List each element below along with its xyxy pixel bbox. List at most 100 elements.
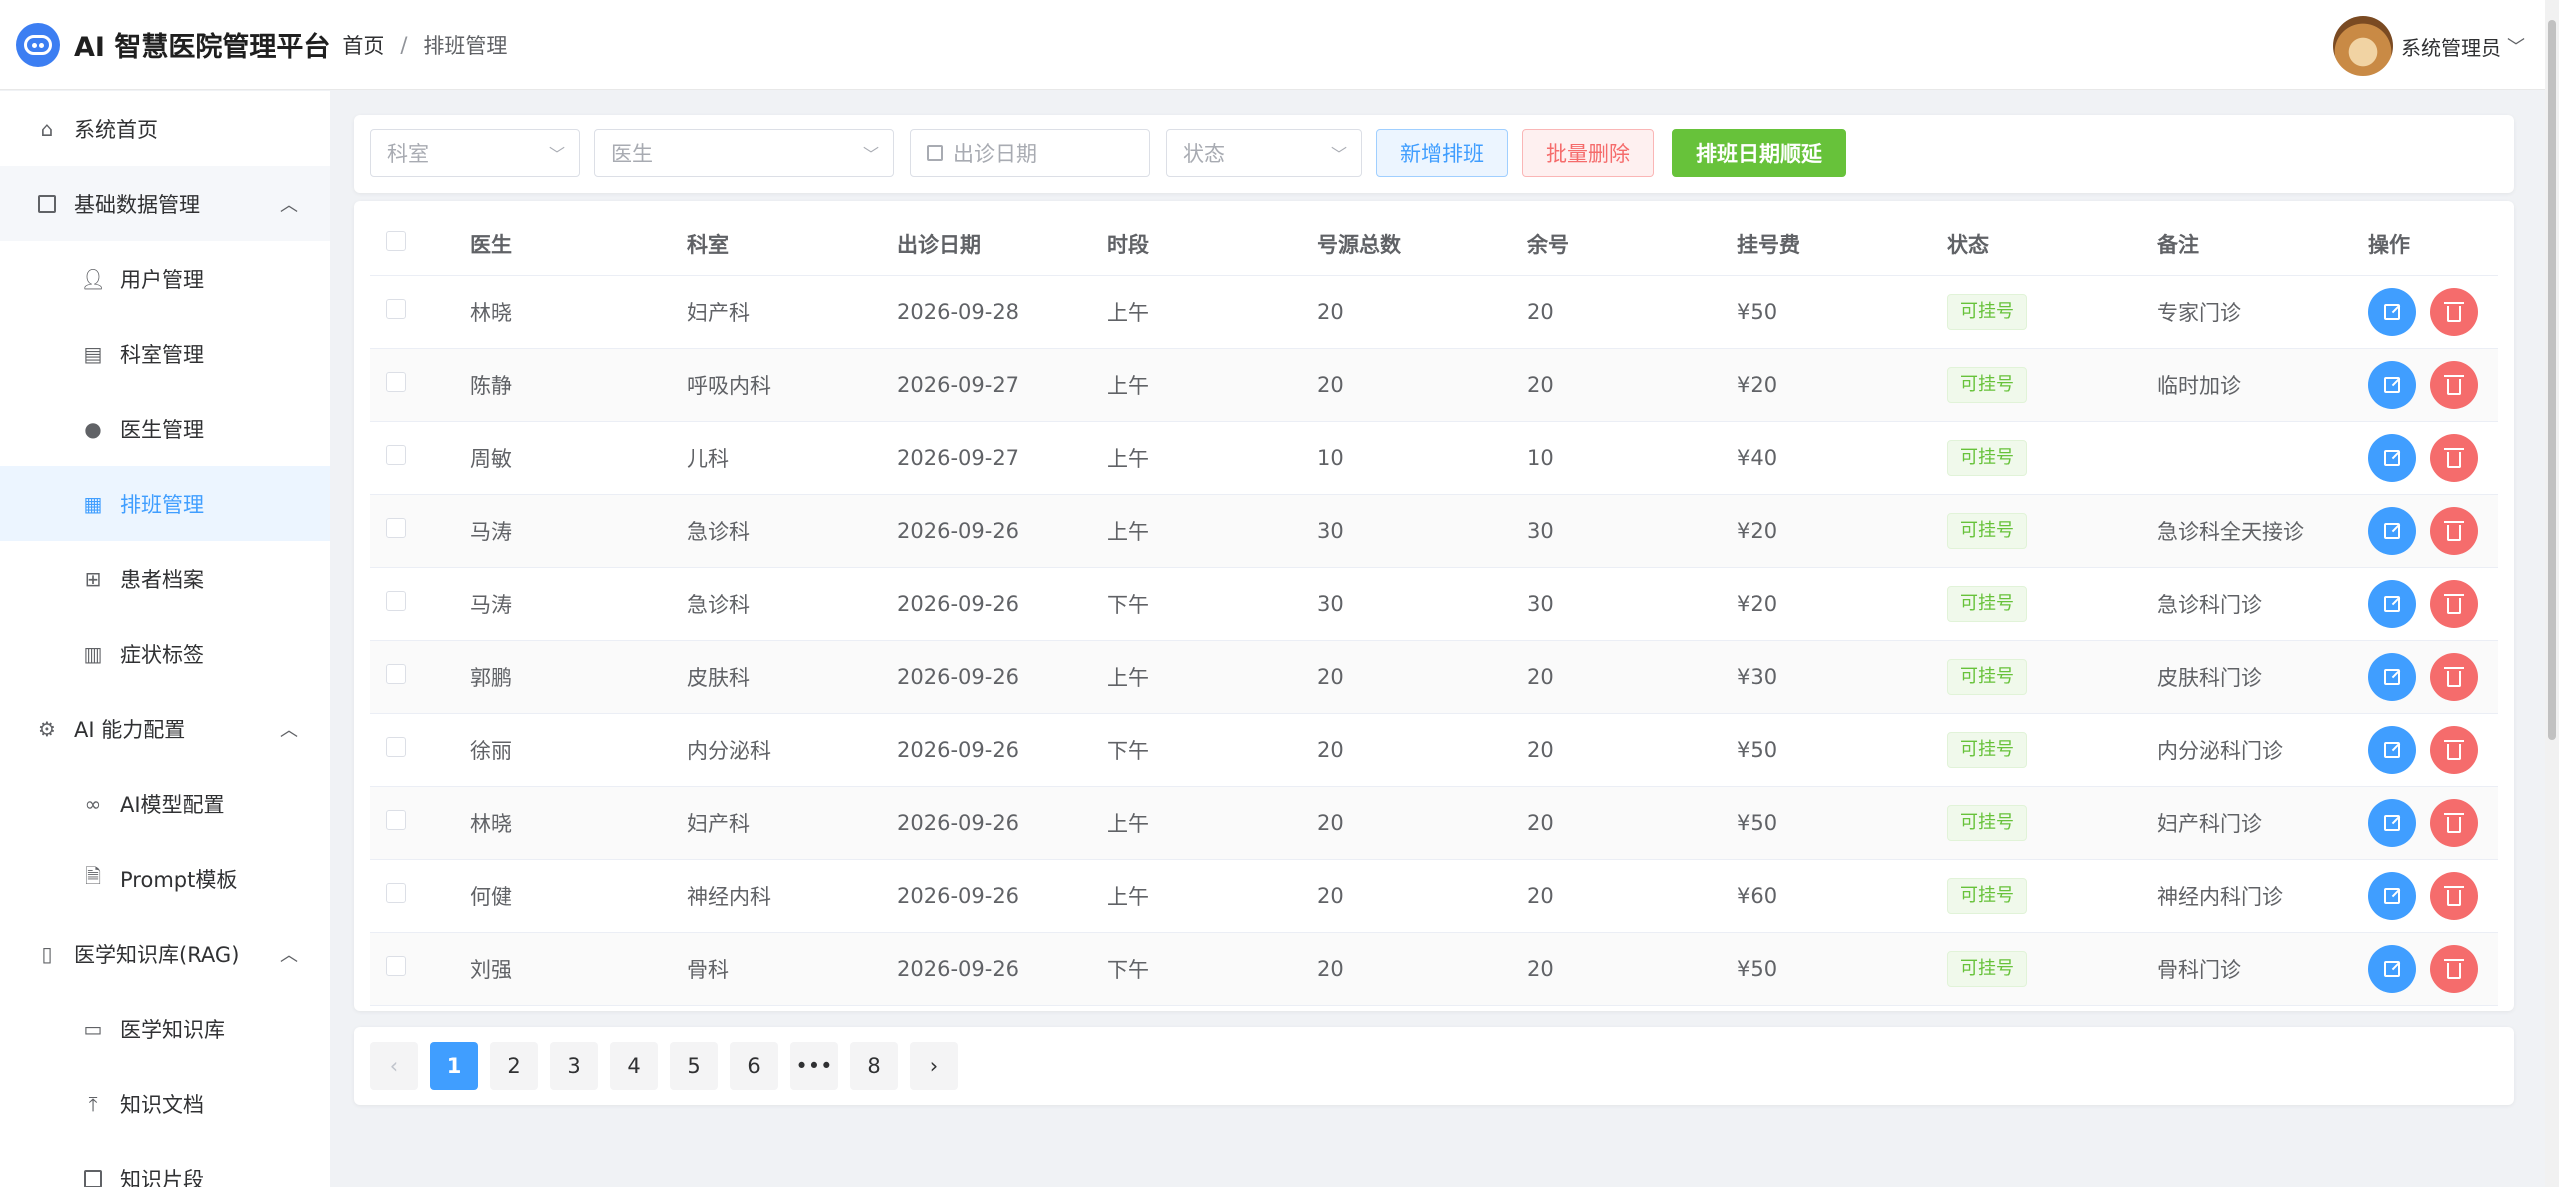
next-page-button[interactable]: › [910,1042,958,1090]
edit-button[interactable] [2368,944,2416,993]
add-schedule-button[interactable]: 新增排班 [1376,129,1508,177]
sidebar-item-knowledge-docs[interactable]: ⤒ 知识文档 [0,1066,330,1141]
sidebar-item-knowledge-chunks[interactable]: 知识片段 [0,1141,330,1187]
trash-icon [2444,739,2464,760]
row-checkbox[interactable] [386,664,406,684]
more-pages-button[interactable]: ••• [790,1042,838,1090]
page-button[interactable]: 8 [850,1042,898,1090]
chevron-up-icon: ︿ [280,719,298,741]
sidebar-item-ai-models[interactable]: ∞ AI模型配置 [0,766,330,841]
book-icon: ▯ [41,941,53,966]
edit-button[interactable] [2368,871,2416,920]
delete-button[interactable] [2430,725,2478,774]
cell-note: 急诊科门诊 [2157,567,2368,641]
column-header: 余号 [1527,213,1737,276]
sidebar-item-prompt-templates[interactable]: 🗎︎ Prompt模板 [0,841,330,916]
sidebar-item-home[interactable]: ⌂ 系统首页 [0,91,330,166]
cell-dept: 骨科 [687,932,897,1006]
delete-button[interactable] [2430,798,2478,847]
row-checkbox[interactable] [386,591,406,611]
cell-remain: 20 [1527,640,1737,714]
column-header: 医生 [470,213,687,276]
user-name[interactable]: 系统管理员 [2401,32,2501,61]
edit-button[interactable] [2368,652,2416,701]
delete-button[interactable] [2430,360,2478,409]
user-menu[interactable]: 系统管理员 ﹀ [2333,16,2525,76]
delete-button[interactable] [2430,871,2478,920]
date-picker[interactable]: 出诊日期 [910,129,1150,177]
cell-fee: ¥60 [1737,859,1947,933]
delete-button[interactable] [2430,652,2478,701]
delete-button[interactable] [2430,433,2478,482]
sidebar-item-label: 基础数据管理 [74,192,200,217]
cell-note: 急诊科全天接诊 [2157,494,2368,568]
edit-button[interactable] [2368,287,2416,336]
page-button[interactable]: 4 [610,1042,658,1090]
sidebar-item-doctors[interactable]: ● 医生管理 [0,391,330,466]
row-checkbox[interactable] [386,956,406,976]
page-scrollbar[interactable] [2545,0,2559,1187]
page-button[interactable]: 2 [490,1042,538,1090]
cell-total: 20 [1317,859,1527,933]
cell-total: 20 [1317,932,1527,1006]
edit-button[interactable] [2368,579,2416,628]
select-all-checkbox[interactable] [386,231,406,252]
delete-button[interactable] [2430,579,2478,628]
row-checkbox[interactable] [386,372,406,392]
edit-button[interactable] [2368,798,2416,847]
sidebar-item-patients[interactable]: ⊞ 患者档案 [0,541,330,616]
date-picker-placeholder: 出诊日期 [953,142,1037,166]
bookmark-icon: ▭ [83,1016,103,1041]
delete-button[interactable] [2430,944,2478,993]
doctor-select[interactable]: 医生 ﹀ [594,129,894,177]
row-checkbox[interactable] [386,883,406,903]
cell-doctor: 陈静 [470,348,687,422]
status-select[interactable]: 状态 ﹀ [1166,129,1362,177]
cell-period: 下午 [1107,932,1317,1006]
page-button[interactable]: 6 [730,1042,778,1090]
sidebar-group-basic-data[interactable]: 基础数据管理 ︿ [0,166,330,241]
delete-button[interactable] [2430,506,2478,555]
sidebar-item-users[interactable]: 👤︎ 用户管理 [0,241,330,316]
row-checkbox[interactable] [386,518,406,538]
batch-delete-button[interactable]: 批量删除 [1522,129,1654,177]
cell-dept: 儿科 [687,421,897,495]
sidebar-item-departments[interactable]: ▤ 科室管理 [0,316,330,391]
prev-page-button[interactable]: ‹ [370,1042,418,1090]
edit-button[interactable] [2368,433,2416,482]
trash-icon [2444,374,2464,395]
avatar[interactable] [2333,16,2393,76]
sidebar-item-symptom-tags[interactable]: ▥ 症状标签 [0,616,330,691]
edit-button[interactable] [2368,506,2416,555]
page-button[interactable]: 5 [670,1042,718,1090]
sidebar-item-label: AI模型配置 [120,792,225,817]
delete-button[interactable] [2430,287,2478,336]
chevron-down-icon: ﹀ [862,145,879,164]
row-checkbox[interactable] [386,810,406,830]
sidebar-item-schedule[interactable]: ▦ 排班管理 [0,466,330,541]
table-row: 马涛 急诊科 2026-09-26 上午 30 30 ¥20 可挂号 急诊科全天接诊 [370,494,2498,568]
top-header: AI 智慧医院管理平台 首页 / 排班管理 系统管理员 ﹀ [0,0,2545,90]
scrollbar-thumb[interactable] [2548,20,2556,740]
sidebar-group-ai-config[interactable]: ⚙ AI 能力配置 ︿ [0,691,330,766]
sidebar-item-knowledge-base[interactable]: ▭ 医学知识库 [0,991,330,1066]
sidebar-group-knowledge-base[interactable]: ▯ 医学知识库(RAG) ︿ [0,916,330,991]
row-checkbox[interactable] [386,737,406,757]
status-badge: 可挂号 [1947,293,2027,330]
department-select[interactable]: 科室 ﹀ [370,129,580,177]
edit-button[interactable] [2368,725,2416,774]
edit-button[interactable] [2368,360,2416,409]
cell-date: 2026-09-26 [897,494,1107,568]
box-icon [36,193,58,215]
row-checkbox[interactable] [386,299,406,319]
breadcrumb-home[interactable]: 首页 [342,30,384,60]
postpone-schedule-button[interactable]: 排班日期顺延 [1672,129,1846,177]
cell-doctor: 郭鹏 [470,640,687,714]
edit-icon [2384,303,2400,320]
row-checkbox[interactable] [386,445,406,465]
cell-period: 上午 [1107,859,1317,933]
chevron-down-icon[interactable]: ﹀ [2507,33,2525,59]
page-button[interactable]: 3 [550,1042,598,1090]
app-title: AI 智慧医院管理平台 [74,32,331,63]
page-button[interactable]: 1 [430,1042,478,1090]
